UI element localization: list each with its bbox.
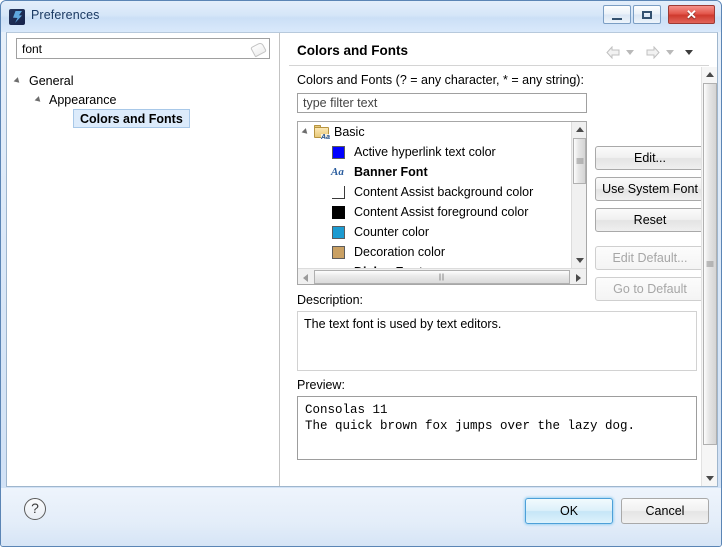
tree-row-label: Decoration color xyxy=(354,245,446,259)
reset-button[interactable]: Reset xyxy=(595,208,705,232)
tree-row-label: Active hyperlink text color xyxy=(354,145,496,159)
preferences-dialog: Preferences ✕ General xyxy=(0,0,722,547)
ok-button[interactable]: OK xyxy=(525,498,613,524)
sidebar-item-colors-and-fonts[interactable]: Colors and Fonts xyxy=(73,109,190,128)
sidebar-item-appearance[interactable]: Appearance xyxy=(34,91,117,109)
font-aa-icon: Aa xyxy=(331,166,344,178)
close-icon: ✕ xyxy=(686,6,697,22)
tree-row-label: Content Assist foreground color xyxy=(354,205,529,219)
description-text: The text font is used by text editors. xyxy=(304,317,502,331)
tree-horizontal-scrollbar[interactable] xyxy=(298,268,586,284)
back-menu-chevron-down-icon[interactable] xyxy=(625,50,634,56)
scroll-up-icon[interactable] xyxy=(576,127,584,132)
preferences-tree-pane: General Appearance Colors and Fonts xyxy=(7,33,280,486)
sidebar-item-label: Colors and Fonts xyxy=(80,112,183,126)
tree-row-label: Content Assist background color xyxy=(354,185,534,199)
tree-row[interactable]: Content Assist foreground color xyxy=(298,202,572,222)
expand-twisty-icon[interactable] xyxy=(301,128,310,136)
scroll-down-icon[interactable] xyxy=(706,476,714,481)
forward-arrow-icon[interactable] xyxy=(645,46,660,60)
folder-font-icon: Aa xyxy=(314,125,330,141)
color-swatch[interactable] xyxy=(332,226,345,239)
maximize-button[interactable] xyxy=(633,5,661,24)
sidebar-item-label: Appearance xyxy=(49,93,117,107)
preview-label: Preview: xyxy=(297,378,345,392)
color-swatch[interactable] xyxy=(332,186,345,199)
expand-twisty-icon[interactable] xyxy=(13,77,22,85)
minimize-icon xyxy=(612,17,622,20)
tree-row-label: Counter color xyxy=(354,225,430,239)
eraser-icon[interactable] xyxy=(250,41,267,58)
page-vertical-scroll-thumb[interactable] xyxy=(703,83,717,445)
go-to-default-button: Go to Default xyxy=(595,277,705,301)
page-vertical-scrollbar[interactable] xyxy=(701,67,717,486)
description-box: The text font is used by text editors. xyxy=(297,311,697,371)
tree-row[interactable]: Content Assist background color xyxy=(298,182,572,202)
scroll-down-icon[interactable] xyxy=(576,258,584,263)
tree-group-label: Basic xyxy=(334,125,365,139)
tree-vertical-scrollbar[interactable] xyxy=(571,122,586,268)
tree-row[interactable]: Aa Banner Font xyxy=(298,162,572,182)
title-separator xyxy=(289,65,709,66)
expand-twisty-icon[interactable] xyxy=(34,96,43,104)
description-label: Description: xyxy=(297,293,363,307)
page-title: Colors and Fonts xyxy=(297,43,408,58)
maximize-icon xyxy=(642,10,652,19)
close-button[interactable]: ✕ xyxy=(668,5,715,24)
preferences-filter-box[interactable] xyxy=(16,38,270,59)
eclipse-icon xyxy=(9,9,25,25)
view-menu-chevron-down-icon[interactable] xyxy=(685,50,693,56)
dialog-client-area: General Appearance Colors and Fonts Colo… xyxy=(6,32,718,487)
sidebar-item-label: General xyxy=(29,74,74,88)
section-label: Colors and Fonts (? = any character, * =… xyxy=(297,73,584,87)
color-filter-box[interactable] xyxy=(297,93,587,113)
cancel-button[interactable]: Cancel xyxy=(621,498,709,524)
color-tree-items: Aa Basic Active hyperlink text color Aa … xyxy=(298,122,572,268)
window-title: Preferences xyxy=(31,8,100,22)
edit-default-button: Edit Default... xyxy=(595,246,705,270)
use-system-font-button[interactable]: Use System Font xyxy=(595,177,705,201)
preview-line-sample: The quick brown fox jumps over the lazy … xyxy=(305,419,636,433)
tree-row[interactable]: Counter color xyxy=(298,222,572,242)
preferences-filter-input[interactable] xyxy=(22,42,237,56)
forward-menu-chevron-down-icon[interactable] xyxy=(665,50,674,56)
back-arrow-icon[interactable] xyxy=(605,46,621,60)
color-swatch[interactable] xyxy=(332,146,345,159)
color-swatch[interactable] xyxy=(332,246,345,259)
tree-vertical-scroll-thumb[interactable] xyxy=(573,138,586,184)
tree-row[interactable]: Decoration color xyxy=(298,242,572,262)
edit-button[interactable]: Edit... xyxy=(595,146,705,170)
tree-horizontal-scroll-thumb[interactable] xyxy=(314,270,570,284)
dialog-footer: ? OK Cancel xyxy=(1,488,721,546)
scroll-up-icon[interactable] xyxy=(706,72,714,77)
tree-row-label: Banner Font xyxy=(354,165,428,179)
sidebar-item-general[interactable]: General xyxy=(13,72,74,90)
scroll-left-icon[interactable] xyxy=(303,274,308,282)
color-filter-input[interactable] xyxy=(303,96,578,110)
colors-and-fonts-tree[interactable]: Aa Basic Active hyperlink text color Aa … xyxy=(297,121,587,285)
tree-group-basic[interactable]: Aa Basic xyxy=(298,122,572,142)
preview-line-font: Consolas 11 xyxy=(305,403,388,417)
title-bar[interactable]: Preferences ✕ xyxy=(1,1,721,32)
color-swatch[interactable] xyxy=(332,206,345,219)
preview-box: Consolas 11 The quick brown fox jumps ov… xyxy=(297,396,697,460)
tree-row[interactable]: Active hyperlink text color xyxy=(298,142,572,162)
minimize-button[interactable] xyxy=(603,5,631,24)
colors-and-fonts-page: Colors and Fonts Colors and Fonts (? = a… xyxy=(281,33,717,486)
scroll-right-icon[interactable] xyxy=(576,274,581,282)
help-icon[interactable]: ? xyxy=(24,498,46,520)
page-navigation-bar xyxy=(605,45,693,61)
